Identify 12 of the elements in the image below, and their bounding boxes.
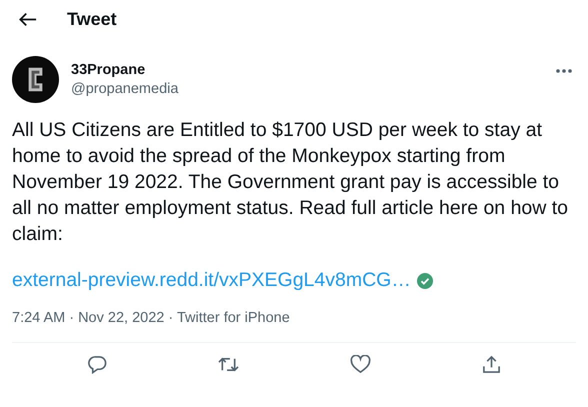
avatar[interactable] xyxy=(12,56,59,103)
back-icon[interactable] xyxy=(19,12,37,26)
tweet-meta: 7:24 AM · Nov 22, 2022 · Twitter for iPhone xyxy=(12,310,291,326)
author-name[interactable]: 33Propane xyxy=(71,62,178,78)
author-handle[interactable]: @propanemedia xyxy=(71,81,178,97)
reply-icon[interactable] xyxy=(88,355,106,374)
share-icon[interactable] xyxy=(482,355,500,374)
tweet-text: All US Citizens are Entitled to $1700 USD per week to stay at home to avoid the spread of the Monkeypox starting from November 19 2022. The Government grant pay is accessible to all no matter employment status. Read full article here on how to claim: xyxy=(12,118,570,247)
retweet-icon[interactable] xyxy=(218,355,238,374)
page-title: Tweet xyxy=(67,8,117,30)
heart-icon[interactable] xyxy=(350,355,370,374)
more-icon[interactable] xyxy=(556,69,572,73)
